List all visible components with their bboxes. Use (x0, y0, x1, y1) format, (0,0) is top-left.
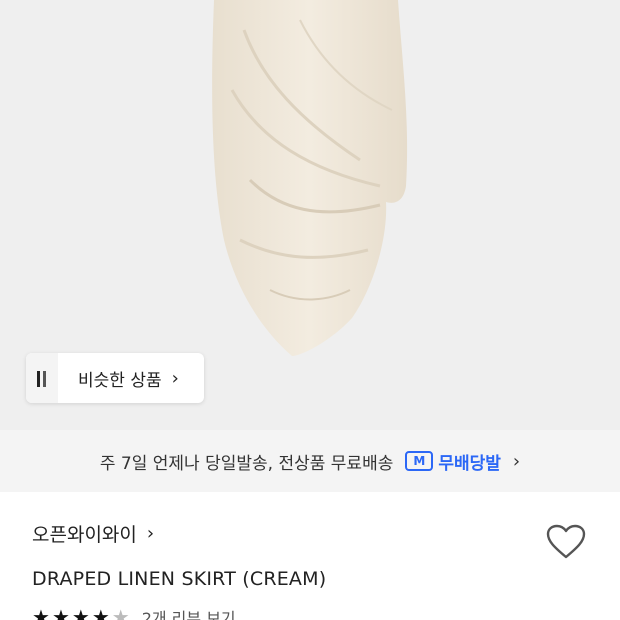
similar-products-button[interactable]: 비슷한 상품 › (26, 353, 204, 403)
free-shipping-badge-label: 무배당발 (438, 453, 501, 474)
heart-icon (546, 524, 586, 559)
star-icon: ★ (32, 605, 50, 620)
similar-products-label: 비슷한 상품 (78, 370, 162, 391)
brand-link[interactable]: 오픈와이와이 › (32, 520, 154, 547)
product-info: 오픈와이와이 › DRAPED LINEN SKIRT (CREAM) ★ ★ … (0, 492, 620, 620)
brand-name: 오픈와이와이 (32, 524, 137, 546)
product-rating[interactable]: ★ ★ ★ ★ ★ 2개 리뷰 보기 (32, 605, 236, 620)
delivery-truck-icon: M (405, 451, 434, 471)
chevron-right-icon: › (512, 450, 521, 472)
shipping-banner[interactable]: 주 7일 언제나 당일발송, 전상품 무료배송 M 무배당발 › (0, 430, 620, 492)
star-icon: ★ (51, 605, 70, 620)
review-count-link[interactable]: 2개 리뷰 보기 (142, 605, 236, 620)
product-name: DRAPED LINEN SKIRT (CREAM) (32, 568, 327, 590)
chevron-right-icon: › (146, 523, 155, 544)
free-shipping-badge: M 무배당발 (405, 449, 501, 474)
star-icon: ★ (71, 605, 90, 620)
similar-product-thumbnail (26, 353, 58, 403)
star-icon: ★ (91, 605, 110, 620)
like-button[interactable] (546, 524, 586, 560)
chevron-right-icon: › (171, 367, 179, 389)
product-image[interactable]: 비슷한 상품 › (0, 0, 620, 430)
star-half-icon: ★ (111, 605, 130, 620)
shipping-banner-text: 주 7일 언제나 당일발송, 전상품 무료배송 (99, 453, 394, 474)
